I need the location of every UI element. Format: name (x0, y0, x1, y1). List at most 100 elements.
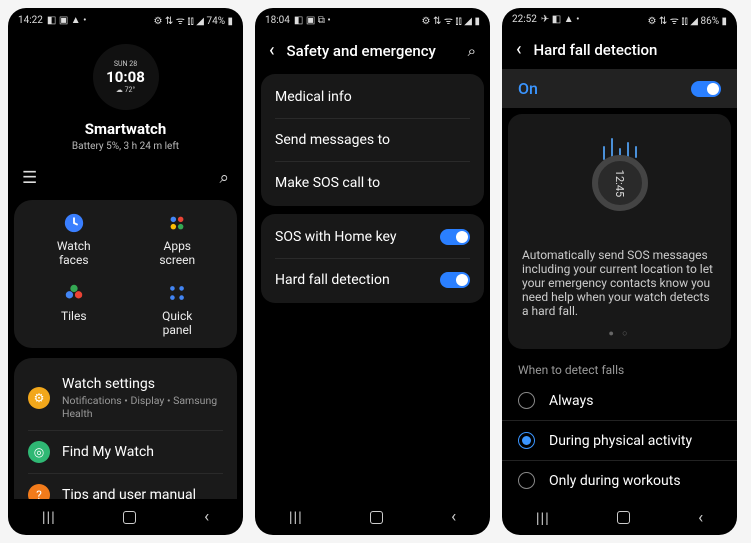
radio-option-always[interactable]: Always (502, 381, 737, 421)
watchface-sub: ☁ 72° (116, 86, 135, 94)
nav-home[interactable] (123, 511, 136, 524)
toggle-switch[interactable] (440, 229, 470, 245)
nav-back[interactable]: ‹ (451, 507, 456, 527)
page-indicator: ● ○ (522, 328, 717, 339)
quick-grid: Watch faces Apps screen Tiles Quick pane… (14, 200, 237, 348)
nav-back[interactable]: ‹ (204, 507, 209, 527)
row-sos-home-key[interactable]: SOS with Home key (275, 216, 470, 259)
row-label: Medical info (275, 89, 470, 105)
radio-label: Only during workouts (549, 473, 681, 489)
row-label: SOS with Home key (275, 229, 440, 245)
title-bar: ‹ Safety and emergency ⌕ (255, 32, 490, 70)
nav-back[interactable]: ‹ (698, 508, 703, 528)
row-send-messages[interactable]: Send messages to (275, 119, 470, 162)
search-icon[interactable]: ⌕ (468, 42, 476, 60)
status-left-icons: ✈ ◧ ▲ • (541, 14, 580, 25)
grid-watch-faces[interactable]: Watch faces (22, 212, 126, 268)
master-toggle-row[interactable]: On (502, 69, 737, 108)
status-right-icons: ⚙ ⇅ ᯤ ⫾⫾ ◢ 74% ▮ (153, 13, 233, 27)
grid-tiles[interactable]: Tiles (22, 282, 126, 338)
android-navbar: ||| ‹ (502, 500, 737, 535)
status-right-icons: ⚙ ⇅ ᯤ ⫾⫾ ◢ 86% ▮ (647, 13, 727, 27)
title-bar: ‹ Hard fall detection (502, 31, 737, 69)
status-right-icons: ⚙ ⇅ ᯤ ⫾⫾ ◢ ▮ (422, 13, 480, 27)
grid-apps-screen[interactable]: Apps screen (126, 212, 230, 268)
list-item-watch-settings[interactable]: ⚙ Watch settings Notifications • Display… (28, 366, 223, 431)
row-label: Make SOS call to (275, 175, 470, 191)
watchface-header: SUN 28 10:08 ☁ 72° Smartwatch Battery 5%… (8, 32, 243, 158)
grid-label: Quick panel (162, 309, 192, 337)
watch-icon: 12:45 (592, 155, 648, 211)
locate-icon: ◎ (28, 441, 50, 463)
status-left-icons: ◧ ▣ ⧉ • (294, 15, 331, 26)
search-icon[interactable]: ⌕ (219, 168, 229, 188)
android-navbar: ||| ‹ (8, 499, 243, 535)
row-label: Send messages to (275, 132, 470, 148)
apps-icon (166, 212, 188, 234)
grid-label: Apps screen (159, 239, 195, 267)
nav-home[interactable] (370, 511, 383, 524)
status-bar: 18:04 ◧ ▣ ⧉ • ⚙ ⇅ ᯤ ⫾⫾ ◢ ▮ (255, 8, 490, 32)
gear-icon: ⚙ (28, 387, 50, 409)
list-label: Tips and user manual (62, 487, 196, 499)
tips-icon: ? (28, 484, 50, 499)
list-item-find-my-watch[interactable]: ◎ Find My Watch (28, 431, 223, 474)
back-icon[interactable]: ‹ (516, 41, 522, 59)
radio-group-detect-falls: Always During physical activity Only dur… (502, 381, 737, 500)
description-text: Automatically send SOS messages includin… (522, 248, 717, 318)
status-bar: 22:52 ✈ ◧ ▲ • ⚙ ⇅ ᯤ ⫾⫾ ◢ 86% ▮ (502, 8, 737, 31)
settings-list: ⚙ Watch settings Notifications • Display… (14, 358, 237, 499)
nav-home[interactable] (617, 511, 630, 524)
section-contacts: Medical info Send messages to Make SOS c… (261, 74, 484, 206)
watchface-preview[interactable]: SUN 28 10:08 ☁ 72° (89, 40, 163, 114)
page-title: Safety and emergency (287, 42, 436, 60)
on-label: On (518, 79, 538, 98)
radio-label: Always (549, 393, 593, 409)
info-card: 12:45 Automatically send SOS messages in… (508, 114, 731, 349)
menu-icon[interactable]: ☰ (22, 168, 36, 188)
section-toggles: SOS with Home key Hard fall detection (261, 214, 484, 303)
radio-icon (518, 392, 535, 409)
grid-label: Tiles (61, 309, 87, 323)
list-label: Find My Watch (62, 444, 154, 460)
status-time: 18:04 (265, 15, 290, 26)
watch-faces-icon (63, 212, 85, 234)
row-label: Hard fall detection (275, 272, 440, 288)
status-left-icons: ◧ ▣ ▲ • (47, 15, 87, 26)
phone-screen-wearable-app: 14:22 ◧ ▣ ▲ • ⚙ ⇅ ᯤ ⫾⫾ ◢ 74% ▮ SUN 28 10… (8, 8, 243, 535)
battery-status: Battery 5%, 3 h 24 m left (8, 141, 243, 152)
row-hard-fall-detection[interactable]: Hard fall detection (275, 259, 470, 301)
section-header: When to detect falls (502, 355, 737, 381)
watchface-time: 10:08 (106, 68, 145, 86)
android-navbar: ||| ‹ (255, 499, 490, 535)
phone-screen-falldetect: 22:52 ✈ ◧ ▲ • ⚙ ⇅ ᯤ ⫾⫾ ◢ 86% ▮ ‹ Hard fa… (502, 8, 737, 535)
illus-time: 12:45 (613, 170, 626, 197)
watchface-day: SUN 28 (114, 60, 137, 68)
status-bar: 14:22 ◧ ▣ ▲ • ⚙ ⇅ ᯤ ⫾⫾ ◢ 74% ▮ (8, 8, 243, 32)
device-name: Smartwatch (8, 120, 243, 138)
list-label: Watch settings (62, 376, 223, 392)
toggle-switch[interactable] (691, 81, 721, 97)
quick-panel-icon (166, 282, 188, 304)
grid-label: Watch faces (57, 239, 91, 267)
row-medical-info[interactable]: Medical info (275, 76, 470, 119)
grid-quick-panel[interactable]: Quick panel (126, 282, 230, 338)
nav-recents[interactable]: ||| (289, 508, 303, 526)
fall-illustration: 12:45 (522, 128, 717, 238)
page-title: Hard fall detection (534, 41, 658, 59)
row-sos-call[interactable]: Make SOS call to (275, 162, 470, 204)
radio-icon (518, 432, 535, 449)
list-item-tips[interactable]: ? Tips and user manual (28, 474, 223, 499)
nav-recents[interactable]: ||| (536, 509, 550, 527)
nav-recents[interactable]: ||| (42, 508, 56, 526)
status-time: 14:22 (18, 15, 43, 26)
phone-screen-safety: 18:04 ◧ ▣ ⧉ • ⚙ ⇅ ᯤ ⫾⫾ ◢ ▮ ‹ Safety and … (255, 8, 490, 535)
toggle-switch[interactable] (440, 272, 470, 288)
list-sub: Notifications • Display • Samsung Health (62, 394, 223, 420)
radio-option-workouts[interactable]: Only during workouts (502, 461, 737, 500)
radio-option-physical-activity[interactable]: During physical activity (502, 421, 737, 461)
back-icon[interactable]: ‹ (269, 42, 275, 60)
radio-label: During physical activity (549, 433, 692, 449)
status-time: 22:52 (512, 14, 537, 25)
radio-icon (518, 472, 535, 489)
